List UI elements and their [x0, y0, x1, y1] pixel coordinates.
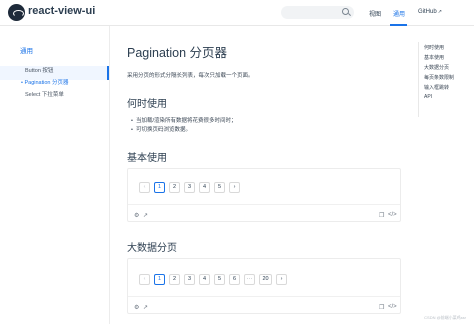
- page-ellipsis[interactable]: ···: [244, 274, 255, 285]
- page-item[interactable]: 6: [229, 274, 240, 285]
- page-item[interactable]: 3: [184, 274, 195, 285]
- sidebar-group-title: 通用: [20, 48, 33, 55]
- prev-page-button[interactable]: ‹: [139, 182, 150, 193]
- page-description: 采用分页的形式分隔长列表，每次只加载一个页面。: [127, 73, 254, 79]
- sidebar-item-select[interactable]: Select 下拉菜单: [25, 90, 64, 98]
- nav-github-label: GitHub: [418, 9, 437, 15]
- page-title: Pagination 分页器: [127, 46, 228, 60]
- demo-big-data: ‹ 1 2 3 4 5 6 ··· 20 › ⚙ ↗ ❐ </>: [127, 258, 401, 314]
- page-item[interactable]: 5: [214, 274, 225, 285]
- bullet-item: 可切换页码浏览数据。: [131, 125, 191, 133]
- site-title[interactable]: react-view-ui: [28, 5, 95, 17]
- prev-page-button[interactable]: ‹: [139, 274, 150, 285]
- page-item[interactable]: 1: [154, 274, 165, 285]
- pagination-basic: ‹ 1 2 3 4 5 ›: [139, 182, 240, 193]
- pagination-big-data: ‹ 1 2 3 4 5 6 ··· 20 ›: [139, 274, 287, 285]
- watermark: CSDN @前端小菜鸡ssr: [424, 315, 466, 320]
- next-page-button[interactable]: ›: [229, 182, 240, 193]
- heading-when-to-use: 何时使用: [127, 99, 167, 110]
- toc-rail: [418, 42, 419, 117]
- toc-item-when[interactable]: 何时使用: [424, 44, 444, 51]
- demo-basic-preview: ‹ 1 2 3 4 5 ›: [128, 169, 400, 205]
- demo-big-data-toolbar: ⚙ ↗ ❐ </>: [128, 301, 400, 315]
- page-item[interactable]: 2: [169, 182, 180, 193]
- page-item[interactable]: 4: [199, 274, 210, 285]
- open-external-icon[interactable]: ↗: [143, 212, 148, 219]
- sidebar-item-pagination[interactable]: • Pagination 分页器: [21, 78, 69, 86]
- next-page-button[interactable]: ›: [276, 274, 287, 285]
- external-link-icon: ↗: [437, 9, 442, 15]
- nav-home[interactable]: 视图: [369, 9, 381, 18]
- toc-item-big-data[interactable]: 大数据分页: [424, 64, 449, 71]
- page-item[interactable]: 2: [169, 274, 180, 285]
- page-item[interactable]: 3: [184, 182, 195, 193]
- heading-big-data: 大数据分页: [127, 243, 177, 254]
- code-toggle-icon[interactable]: </>: [388, 212, 397, 218]
- search-input[interactable]: [281, 6, 354, 19]
- page-item[interactable]: 1: [154, 182, 165, 193]
- demo-basic-toolbar: ⚙ ↗ ❐ </>: [128, 209, 400, 223]
- codesandbox-icon[interactable]: ⚙: [134, 304, 139, 311]
- toc-item-page-size[interactable]: 每页条数限制: [424, 74, 454, 81]
- nav-active-indicator: [390, 24, 407, 26]
- toc-item-basic[interactable]: 基本使用: [424, 54, 444, 61]
- sidebar: 通用 Button 按钮 • Pagination 分页器 Select 下拉菜…: [0, 26, 110, 324]
- nav-components[interactable]: 通用: [393, 9, 405, 18]
- top-header: react-view-ui 视图 通用 GitHub↗: [0, 0, 474, 26]
- toc-item-jumper[interactable]: 输入框跳转: [424, 84, 449, 91]
- toc-item-api[interactable]: API: [424, 94, 432, 100]
- sidebar-item-pagination-label: Pagination 分页器: [24, 80, 69, 86]
- copy-icon[interactable]: ❐: [379, 212, 384, 219]
- bullet-item: 当加载/渲染所有数据将花费很多时间时；: [131, 116, 237, 124]
- demo-basic: ‹ 1 2 3 4 5 › ⚙ ↗ ❐ </>: [127, 168, 401, 222]
- copy-icon[interactable]: ❐: [379, 304, 384, 311]
- heading-basic-usage: 基本使用: [127, 153, 167, 164]
- logo-icon[interactable]: [8, 4, 25, 21]
- nav-github[interactable]: GitHub↗: [418, 9, 442, 15]
- page-item[interactable]: 5: [214, 182, 225, 193]
- code-toggle-icon[interactable]: </>: [388, 304, 397, 310]
- demo-big-data-preview: ‹ 1 2 3 4 5 6 ··· 20 ›: [128, 259, 400, 297]
- page-item[interactable]: 20: [259, 274, 272, 285]
- codesandbox-icon[interactable]: ⚙: [134, 212, 139, 219]
- page-item[interactable]: 4: [199, 182, 210, 193]
- sidebar-item-button[interactable]: Button 按钮: [25, 66, 53, 74]
- search-icon: [342, 8, 349, 15]
- open-external-icon[interactable]: ↗: [143, 304, 148, 311]
